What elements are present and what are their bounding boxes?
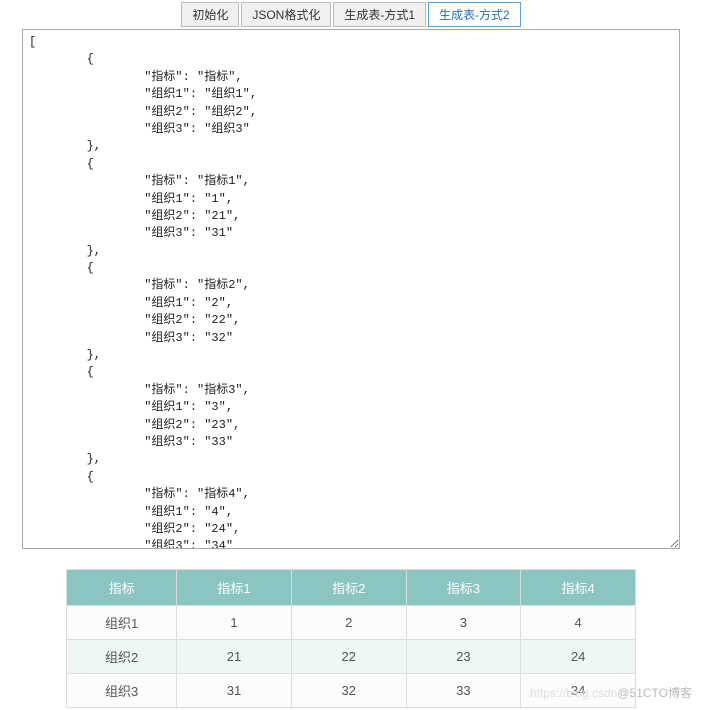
table-cell: 23: [406, 640, 521, 674]
table-cell: 3: [406, 606, 521, 640]
table-cell: 34: [521, 674, 636, 708]
tab-init[interactable]: 初始化: [181, 2, 239, 27]
table-cell: 4: [521, 606, 636, 640]
result-table-wrap: 指标 指标1 指标2 指标3 指标4 组织1 1 2 3 4 组织2 21 22…: [66, 569, 636, 708]
table-header-cell: 指标: [67, 570, 177, 606]
table-header-row: 指标 指标1 指标2 指标3 指标4: [67, 570, 636, 606]
table-cell: 33: [406, 674, 521, 708]
result-table: 指标 指标1 指标2 指标3 指标4 组织1 1 2 3 4 组织2 21 22…: [66, 569, 636, 708]
tab-gen-table-2[interactable]: 生成表-方式2: [428, 2, 521, 27]
table-cell: 24: [521, 640, 636, 674]
table-header-cell: 指标3: [406, 570, 521, 606]
table-cell: 2: [291, 606, 406, 640]
table-cell: 1: [177, 606, 292, 640]
tab-gen-table-1[interactable]: 生成表-方式1: [333, 2, 426, 27]
table-cell: 21: [177, 640, 292, 674]
table-row: 组织2 21 22 23 24: [67, 640, 636, 674]
table-row: 组织3 31 32 33 34: [67, 674, 636, 708]
json-textarea[interactable]: [22, 29, 680, 549]
table-cell: 31: [177, 674, 292, 708]
table-cell: 22: [291, 640, 406, 674]
table-cell: 组织3: [67, 674, 177, 708]
table-header-cell: 指标4: [521, 570, 636, 606]
table-header-cell: 指标1: [177, 570, 292, 606]
table-cell: 32: [291, 674, 406, 708]
tab-bar: 初始化 JSON格式化 生成表-方式1 生成表-方式2: [2, 2, 700, 27]
table-header-cell: 指标2: [291, 570, 406, 606]
table-cell: 组织2: [67, 640, 177, 674]
tab-json-format[interactable]: JSON格式化: [241, 2, 331, 27]
table-row: 组织1 1 2 3 4: [67, 606, 636, 640]
table-cell: 组织1: [67, 606, 177, 640]
